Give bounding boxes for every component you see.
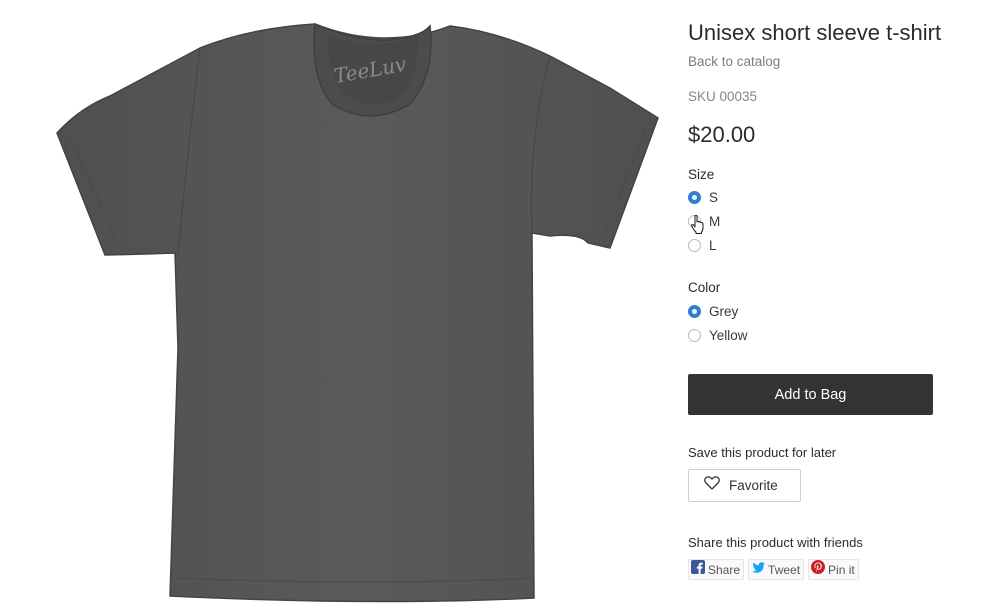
size-l-radio[interactable] (688, 238, 701, 252)
size-option-label: L (709, 237, 717, 253)
size-option-m[interactable]: M (688, 212, 720, 230)
product-title: Unisex short sleeve t-shirt (688, 20, 942, 45)
add-to-bag-button[interactable]: Add to Bag (688, 374, 933, 415)
size-s-radio[interactable] (688, 190, 701, 204)
twitter-tweet-label: Tweet (768, 562, 801, 577)
color-option-label: Yellow (709, 327, 748, 343)
size-option-s[interactable]: S (688, 188, 718, 206)
facebook-icon (691, 560, 705, 579)
save-for-later-label: Save this product for later (688, 445, 837, 460)
color-option-yellow[interactable]: Yellow (688, 326, 748, 344)
favorite-label: Favorite (729, 478, 778, 493)
color-label: Color (688, 280, 721, 295)
product-image: TeeLuv (50, 18, 664, 604)
product-sku: SKU 00035 (688, 89, 758, 104)
favorite-button[interactable]: Favorite (688, 469, 801, 502)
size-option-label: M (709, 213, 721, 229)
product-price: $20.00 (688, 122, 756, 147)
back-to-catalog-link[interactable]: Back to catalog (688, 54, 780, 69)
facebook-share-button[interactable]: Share (688, 559, 745, 580)
color-option-label: Grey (709, 303, 739, 319)
heart-icon (704, 476, 720, 495)
pinterest-pin-label: Pin it (828, 562, 855, 577)
facebook-share-label: Share (708, 562, 741, 577)
pinterest-pin-button[interactable]: Pin it (808, 559, 859, 580)
share-bar: Share Tweet Pin it (688, 559, 859, 580)
tshirt-illustration: TeeLuv (56, 22, 659, 603)
color-grey-radio[interactable] (688, 304, 701, 318)
size-label: Size (688, 167, 715, 182)
pinterest-icon (811, 560, 826, 579)
color-option-grey[interactable]: Grey (688, 302, 738, 320)
color-yellow-radio[interactable] (688, 328, 701, 342)
size-option-label: S (709, 189, 719, 205)
share-label: Share this product with friends (688, 535, 863, 550)
size-m-radio[interactable] (688, 214, 701, 228)
size-option-l[interactable]: L (688, 236, 717, 254)
twitter-icon (751, 561, 766, 579)
twitter-tweet-button[interactable]: Tweet (748, 559, 805, 580)
